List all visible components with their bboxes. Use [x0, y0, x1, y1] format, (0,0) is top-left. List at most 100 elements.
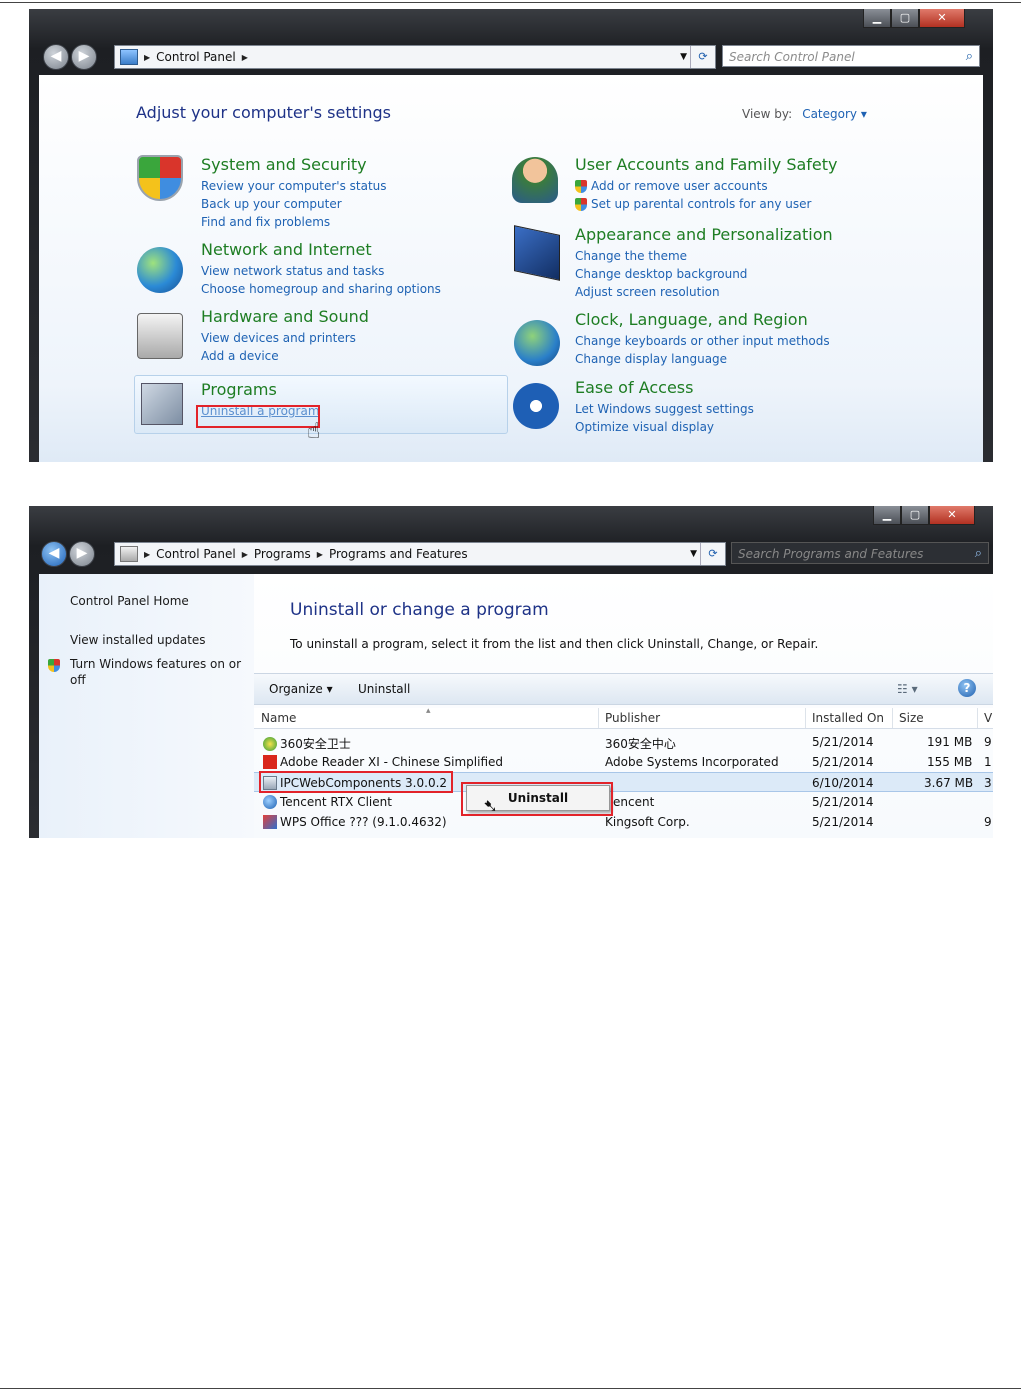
view-by-dropdown[interactable]: Category ▾: [802, 107, 867, 121]
forward-button[interactable]: ▶: [71, 44, 97, 70]
link-add-remove-users[interactable]: Add or remove user accounts: [575, 177, 838, 195]
link-change-theme[interactable]: Change the theme: [575, 247, 833, 265]
close-button[interactable]: ✕: [919, 9, 965, 28]
breadcrumb-control-panel[interactable]: Control Panel: [156, 547, 236, 561]
category-title[interactable]: Programs: [201, 380, 320, 399]
clock-globe-icon[interactable]: [514, 320, 560, 366]
link-control-panel-home[interactable]: Control Panel Home: [70, 594, 189, 608]
appearance-icon[interactable]: [514, 225, 560, 281]
column-separator[interactable]: [805, 708, 806, 728]
column-separator[interactable]: [977, 708, 978, 728]
programs-highlight: [134, 375, 508, 434]
programs-features-window: ▁ ▢ ✕ ◀ ▶ ▶ Control Panel ▶ Programs ▶ P…: [29, 506, 993, 838]
table-row[interactable]: 360安全卫士 360安全中心 5/21/2014 191 MB 9: [254, 732, 993, 752]
printer-icon[interactable]: [137, 313, 183, 359]
breadcrumb-control-panel[interactable]: Control Panel: [156, 50, 236, 64]
wps-office-icon: [263, 815, 277, 829]
category-title[interactable]: Clock, Language, and Region: [575, 310, 830, 329]
category-title[interactable]: User Accounts and Family Safety: [575, 155, 838, 174]
column-publisher[interactable]: Publisher: [605, 711, 660, 725]
link-parental-controls[interactable]: Set up parental controls for any user: [575, 195, 838, 213]
column-size[interactable]: Size: [899, 711, 924, 725]
category-system-security: System and Security Review your computer…: [201, 155, 387, 231]
category-title[interactable]: Network and Internet: [201, 240, 441, 259]
view-by-label: View by:: [742, 107, 793, 121]
search-icon[interactable]: ⌕: [966, 46, 973, 68]
forward-button[interactable]: ▶: [69, 541, 95, 567]
breadcrumb-arrow-icon: ▶: [144, 549, 151, 559]
maximize-button[interactable]: ▢: [891, 9, 919, 28]
network-internet-icon[interactable]: [137, 247, 183, 293]
breadcrumb-arrow-icon[interactable]: ▶: [242, 53, 248, 62]
link-backup[interactable]: Back up your computer: [201, 195, 387, 213]
link-suggest-settings[interactable]: Let Windows suggest settings: [575, 400, 754, 418]
search-icon[interactable]: ⌕: [975, 543, 982, 565]
link-find-fix[interactable]: Find and fix problems: [201, 213, 387, 231]
organize-menu[interactable]: Organize ▾: [269, 682, 333, 696]
address-bar[interactable]: ▶ Control Panel ▶ ▼ ⟳: [114, 45, 716, 69]
table-row[interactable]: Tencent RTX Client encent 5/21/2014: [254, 792, 993, 812]
column-version[interactable]: V: [984, 711, 992, 725]
address-bar[interactable]: ▶ Control Panel ▶ Programs ▶ Programs an…: [114, 542, 726, 566]
category-title[interactable]: Appearance and Personalization: [575, 225, 833, 244]
page-title: Uninstall or change a program: [290, 600, 549, 620]
refresh-icon[interactable]: ⟳: [690, 46, 715, 68]
page-bottom-rule: [0, 1388, 1021, 1389]
programs-content: Uninstall or change a program To uninsta…: [254, 574, 993, 838]
page-title: Adjust your computer's settings: [136, 103, 391, 122]
minimize-button[interactable]: ▁: [863, 9, 891, 28]
link-windows-features[interactable]: Turn Windows features on or: [70, 657, 241, 671]
link-windows-features-cont[interactable]: off: [70, 673, 86, 687]
command-bar: Organize ▾ Uninstall ☷ ▾ ?: [254, 673, 993, 705]
link-change-keyboards[interactable]: Change keyboards or other input methods: [575, 332, 830, 350]
link-add-device[interactable]: Add a device: [201, 347, 369, 365]
category-clock-language: Clock, Language, and Region Change keybo…: [575, 310, 830, 368]
column-name[interactable]: Name: [261, 711, 296, 725]
link-display-language[interactable]: Change display language: [575, 350, 830, 368]
sort-arrow-icon: ▴: [426, 706, 431, 716]
link-optimize-display[interactable]: Optimize visual display: [575, 418, 754, 436]
category-title[interactable]: Ease of Access: [575, 378, 754, 397]
system-security-icon[interactable]: [137, 155, 183, 201]
link-network-status[interactable]: View network status and tasks: [201, 262, 441, 280]
column-separator[interactable]: [892, 708, 893, 728]
address-dropdown-icon[interactable]: ▼: [680, 46, 687, 68]
selected-program-highlight-box: [259, 771, 453, 793]
view-options-icon[interactable]: ☷ ▾: [897, 682, 918, 696]
360-safe-icon: [263, 737, 277, 751]
ease-of-access-icon[interactable]: [513, 383, 559, 429]
breadcrumb-arrow-icon[interactable]: ▶: [317, 550, 323, 559]
arrow-cursor-icon: ➷: [483, 796, 499, 817]
category-title[interactable]: Hardware and Sound: [201, 307, 369, 326]
column-installed-on[interactable]: Installed On: [812, 711, 884, 725]
table-row[interactable]: WPS Office ??? (9.1.0.4632) Kingsoft Cor…: [254, 812, 993, 832]
link-devices-printers[interactable]: View devices and printers: [201, 329, 369, 347]
back-button[interactable]: ◀: [43, 44, 69, 70]
adobe-reader-icon: [263, 755, 277, 769]
refresh-icon[interactable]: ⟳: [700, 543, 725, 565]
help-icon[interactable]: ?: [958, 679, 976, 697]
link-desktop-background[interactable]: Change desktop background: [575, 265, 833, 283]
task-pane: Control Panel Home View installed update…: [39, 574, 254, 838]
search-input[interactable]: Search Programs and Features ⌕: [731, 542, 989, 564]
link-review-status[interactable]: Review your computer's status: [201, 177, 387, 195]
breadcrumb-programs[interactable]: Programs: [254, 547, 311, 561]
address-dropdown-icon[interactable]: ▼: [690, 543, 697, 565]
search-input[interactable]: Search Control Panel ⌕: [722, 45, 980, 67]
user-accounts-icon[interactable]: [512, 157, 558, 203]
link-homegroup[interactable]: Choose homegroup and sharing options: [201, 280, 441, 298]
back-button[interactable]: ◀: [41, 541, 67, 567]
category-title[interactable]: System and Security: [201, 155, 387, 174]
programs-icon[interactable]: [141, 383, 183, 425]
toolbar-uninstall-button[interactable]: Uninstall: [358, 682, 410, 696]
table-row[interactable]: Adobe Reader XI - Chinese Simplified Ado…: [254, 752, 993, 772]
breadcrumb-arrow-icon[interactable]: ▶: [242, 550, 248, 559]
breadcrumb-programs-features[interactable]: Programs and Features: [329, 547, 468, 561]
link-view-installed-updates[interactable]: View installed updates: [70, 633, 206, 647]
column-separator[interactable]: [598, 708, 599, 728]
link-screen-resolution[interactable]: Adjust screen resolution: [575, 283, 833, 301]
page-description: To uninstall a program, select it from t…: [290, 637, 819, 651]
close-button[interactable]: ✕: [929, 506, 975, 525]
minimize-button[interactable]: ▁: [873, 506, 901, 525]
maximize-button[interactable]: ▢: [901, 506, 929, 525]
